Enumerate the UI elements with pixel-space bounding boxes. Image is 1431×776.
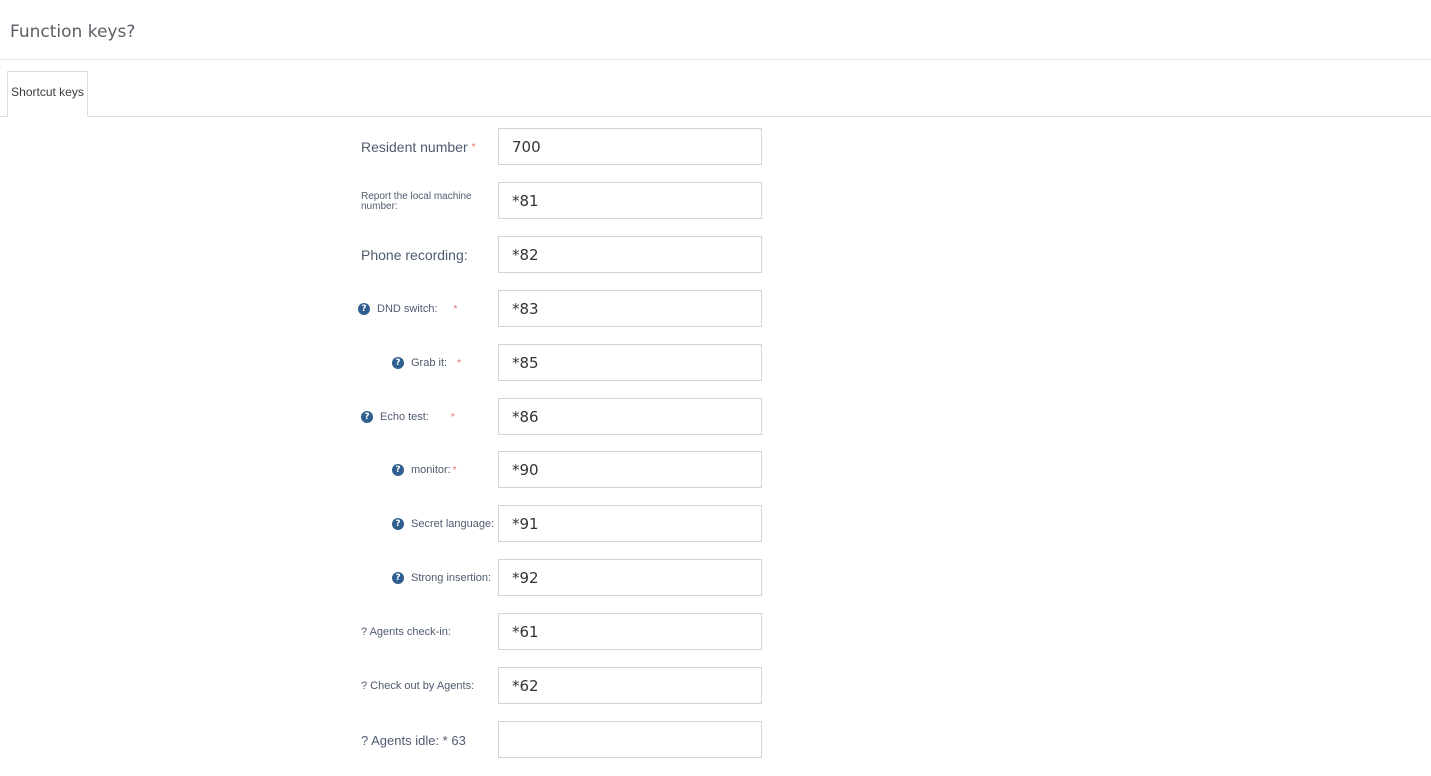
form-row-echo-test: ? Echo test: * xyxy=(355,398,765,436)
label-text-line1: Report the local machine xyxy=(361,191,472,202)
form-row-phone-recording: Phone recording: xyxy=(355,236,765,274)
required-mark: * xyxy=(471,141,476,153)
label-text: ? Check out by Agents: xyxy=(361,680,475,692)
form-row-resident-number: Resident number * xyxy=(355,128,765,166)
question-circle-icon[interactable]: ? xyxy=(392,357,404,369)
label-strong-insertion: ? Strong insertion: xyxy=(392,559,491,597)
label-text: Echo test: xyxy=(380,411,429,423)
label-check-out-by-agents: ? Check out by Agents: xyxy=(361,667,474,705)
form-row-grab-it: ? Grab it: * xyxy=(355,344,765,382)
label-text: Strong insertion: xyxy=(411,572,492,584)
required-mark: * xyxy=(450,411,455,423)
grab-it-input[interactable] xyxy=(498,344,762,381)
form-row-check-out-by-agents: ? Check out by Agents: xyxy=(355,667,765,705)
form-row-strong-insertion: ? Strong insertion: xyxy=(355,559,765,597)
question-circle-icon[interactable]: ? xyxy=(358,303,370,315)
agents-idle-input[interactable] xyxy=(498,721,762,758)
label-resident-number: Resident number * xyxy=(361,128,476,166)
question-circle-icon[interactable]: ? xyxy=(361,411,373,423)
form-row-dnd-switch: ? DND switch: * xyxy=(355,290,765,328)
tab-shortcut-keys[interactable]: Shortcut keys xyxy=(7,71,88,117)
label-text: Phone recording: xyxy=(361,247,468,263)
required-mark: * xyxy=(457,357,461,369)
monitor-input[interactable] xyxy=(498,451,762,488)
dnd-switch-input[interactable] xyxy=(498,290,762,327)
form-row-agents-check-in: ? Agents check-in: xyxy=(355,613,765,651)
question-circle-icon[interactable]: ? xyxy=(392,518,404,530)
form-row-agents-idle: ? Agents idle: * 63 xyxy=(355,721,765,759)
label-monitor: ? monitor: * xyxy=(392,451,457,489)
question-circle-icon[interactable]: ? xyxy=(392,572,404,584)
label-text-line2: number: xyxy=(361,201,398,212)
label-echo-test: ? Echo test: * xyxy=(361,398,455,436)
resident-number-input[interactable] xyxy=(498,128,762,165)
label-secret-language: ? Secret language: xyxy=(392,505,494,543)
question-circle-icon[interactable]: ? xyxy=(392,464,404,476)
agents-check-in-input[interactable] xyxy=(498,613,762,650)
label-dnd-switch: ? DND switch: * xyxy=(358,290,457,328)
label-text: Secret language: xyxy=(411,518,495,530)
secret-language-input[interactable] xyxy=(498,505,762,542)
check-out-by-agents-input[interactable] xyxy=(498,667,762,704)
label-text: Resident number xyxy=(361,139,468,155)
label-text: ? Agents check-in: xyxy=(361,626,451,638)
page-header: Function keys? xyxy=(0,0,1431,60)
label-text: Grab it: xyxy=(411,357,448,369)
label-text: DND switch: xyxy=(377,303,438,315)
phone-recording-input[interactable] xyxy=(498,236,762,273)
form-row-monitor: ? monitor: * xyxy=(355,451,765,489)
echo-test-input[interactable] xyxy=(498,398,762,435)
label-agents-idle: ? Agents idle: * 63 xyxy=(361,721,466,759)
tab-bar: Shortcut keys xyxy=(0,60,1431,117)
page-title: Function keys? xyxy=(10,22,136,42)
label-text: monitor: xyxy=(411,464,451,476)
form-row-secret-language: ? Secret language: xyxy=(355,505,765,543)
label-grab-it: ? Grab it: * xyxy=(392,344,461,382)
strong-insertion-input[interactable] xyxy=(498,559,762,596)
label-phone-recording: Phone recording: xyxy=(361,236,468,274)
form-row-report-local-number: Report the local machine number: xyxy=(355,182,765,220)
label-agents-check-in: ? Agents check-in: xyxy=(361,613,451,651)
required-mark: * xyxy=(452,464,457,476)
label-report-local-number: Report the local machine number: xyxy=(361,182,472,220)
label-text: ? Agents idle: * 63 xyxy=(361,732,466,748)
report-local-number-input[interactable] xyxy=(498,182,762,219)
required-mark: * xyxy=(453,303,458,315)
